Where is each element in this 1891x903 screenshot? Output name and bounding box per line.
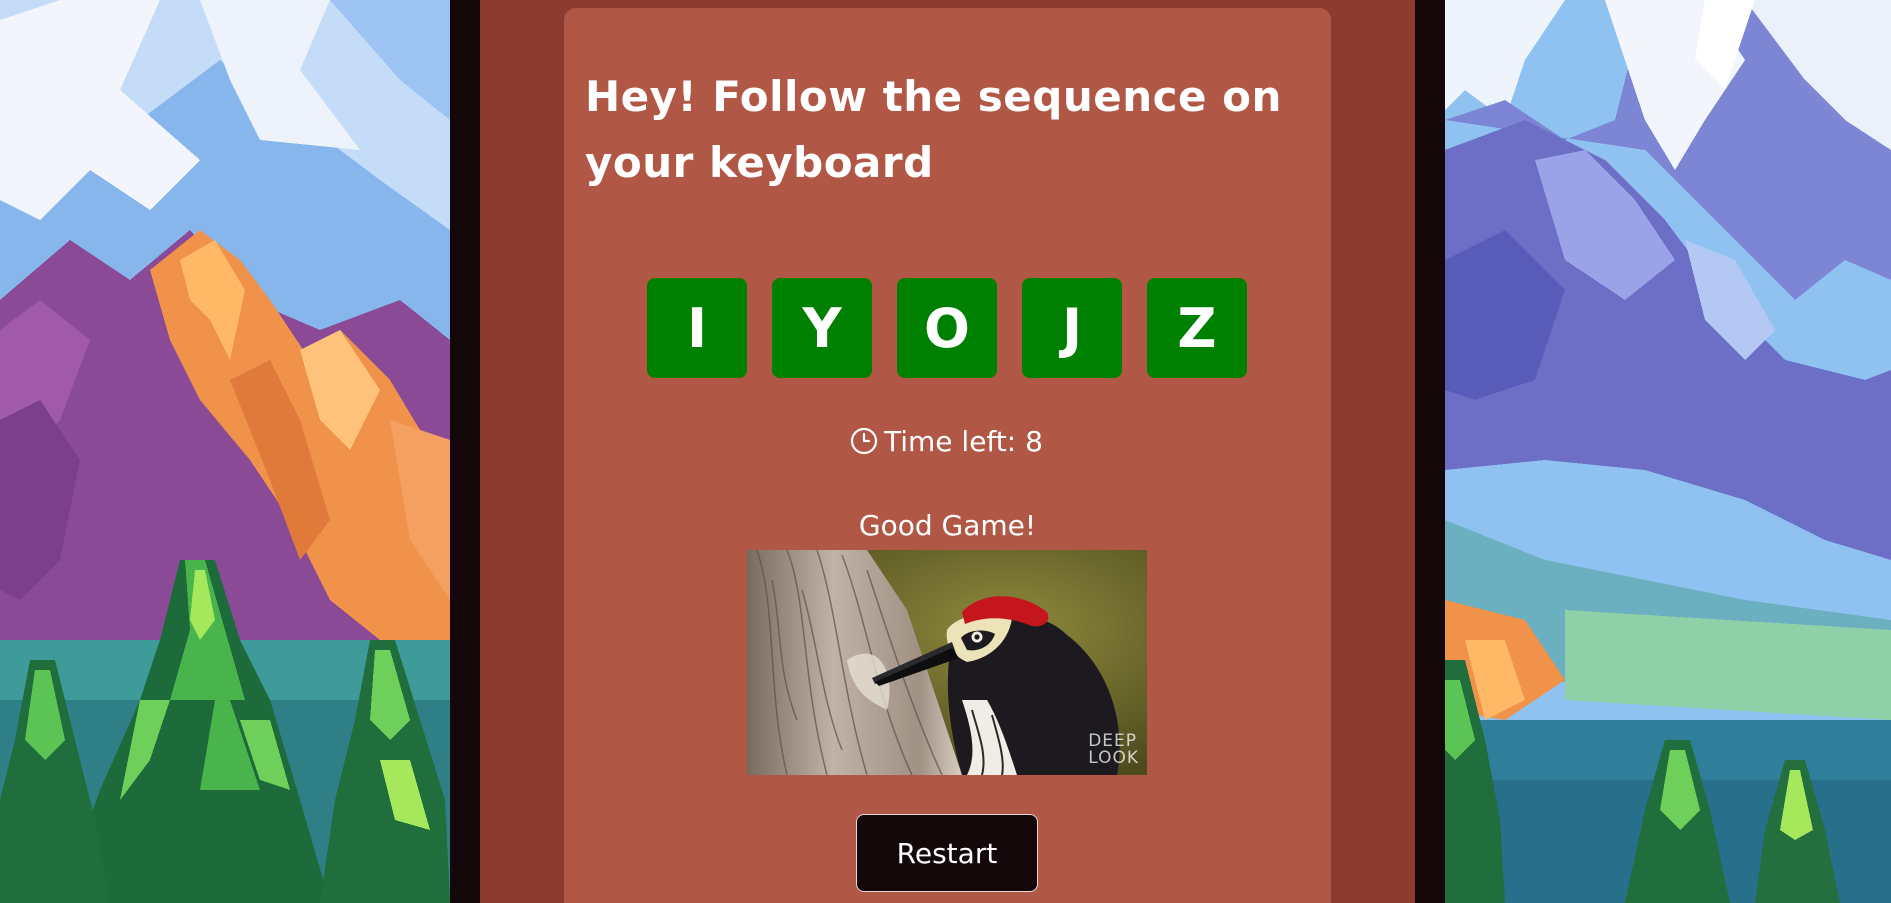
game-instructions-heading: Hey! Follow the sequence on your keyboar…	[585, 72, 1282, 187]
key-tile: O	[897, 278, 997, 378]
key-tile: J	[1022, 278, 1122, 378]
clock-icon	[850, 427, 878, 455]
key-tile: I	[647, 278, 747, 378]
mountain-backdrop-right	[1445, 0, 1891, 903]
restart-button[interactable]: Restart	[856, 814, 1038, 892]
game-result-message: Good Game!	[858, 509, 1037, 542]
watermark-line: LOOK	[1088, 748, 1139, 768]
timer: Time left: 8	[850, 421, 1043, 461]
image-watermark: DEEP LOOK	[1088, 733, 1139, 767]
key-tile: Y	[772, 278, 872, 378]
woodpecker-image: DEEP LOOK	[747, 550, 1147, 775]
key-tile: Z	[1147, 278, 1247, 378]
timer-label: Time left: 8	[884, 424, 1043, 458]
mountain-backdrop-left	[0, 0, 450, 903]
key-sequence: I Y O J Z	[647, 278, 1247, 378]
game-screen: Hey! Follow the sequence on your keyboar…	[0, 0, 1891, 903]
